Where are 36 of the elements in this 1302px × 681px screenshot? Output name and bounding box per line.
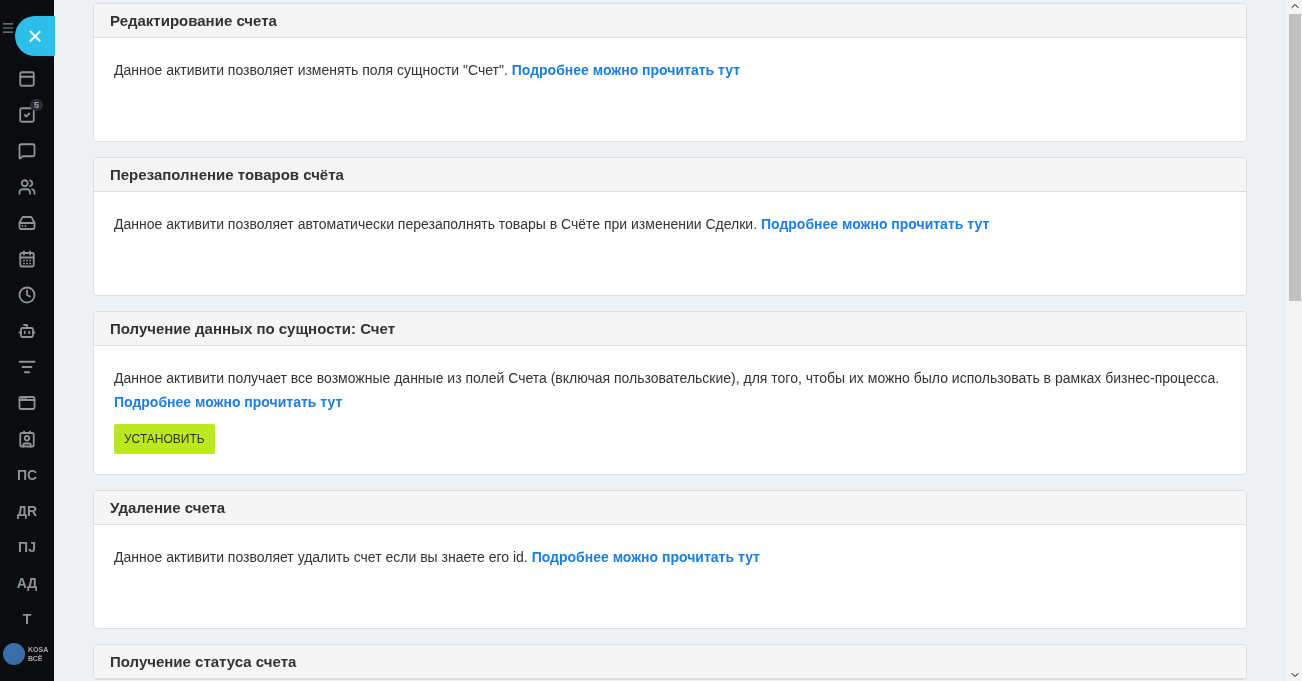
menu-icon[interactable]	[1, 21, 15, 35]
scroll-thumb[interactable]	[1288, 14, 1301, 301]
read-more-link[interactable]: Подробнее можно прочитать тут	[760, 216, 990, 232]
drive-icon	[18, 214, 36, 232]
read-more-link[interactable]: Подробнее можно прочитать тут	[531, 549, 760, 565]
calendar-icon	[18, 250, 36, 268]
contact-card-icon	[18, 430, 36, 448]
card-title: Редактирование счета	[94, 4, 1246, 38]
checkbox-icon	[18, 106, 36, 124]
window-icon	[18, 394, 36, 412]
card-title: Получение статуса счета	[94, 645, 1246, 679]
install-button[interactable]: УСТАНОВИТЬ	[114, 424, 215, 454]
card-description: Данное активити позволяет автоматически перезаполнять товары в Счёте при изменении Сделки. Подробнее можно прочитать тут	[114, 215, 990, 234]
count-badge: 5	[30, 99, 43, 111]
scrollbar[interactable]	[1287, 0, 1302, 681]
sidebar-item[interactable]: АД	[0, 565, 54, 601]
sidebar-item[interactable]: 5	[0, 97, 54, 133]
sidebar-item[interactable]: ПС	[0, 457, 54, 493]
sidebar-item[interactable]: ДR	[0, 493, 54, 529]
filter-icon	[18, 358, 36, 376]
sidebar-item[interactable]: ПЈ	[0, 529, 54, 565]
card-title: Получение данных по сущности: Счет	[94, 312, 1246, 346]
logo-icon	[3, 643, 25, 665]
panel-icon	[18, 70, 36, 88]
card-description: Данное активити позволяет удалить счет если вы знаете его id. Подробнее можно прочитать тут	[114, 548, 760, 567]
sidebar-item[interactable]: Т	[0, 601, 54, 637]
card-description: Данное активити позволяет изменять поля сущности "Счет". Подробнее можно прочитать тут	[114, 61, 741, 80]
robot-icon	[18, 322, 36, 340]
users-icon	[18, 178, 36, 196]
clock-icon	[18, 286, 36, 304]
read-more-link[interactable]: Подробнее можно прочитать тут	[114, 394, 343, 410]
card-title: Удаление счета	[94, 491, 1246, 525]
chat-icon	[18, 142, 36, 160]
card-title: Перезаполнение товаров счёта	[94, 158, 1246, 192]
card-description: Данное активити получает все возможные данные из полей Счета (включая пользовательские), для того, чтобы их можно было использовать в рамках бизнес-процесса. Подробнее можно прочитать тут	[114, 369, 1221, 412]
read-more-link[interactable]: Подробнее можно прочитать тут	[511, 62, 741, 78]
